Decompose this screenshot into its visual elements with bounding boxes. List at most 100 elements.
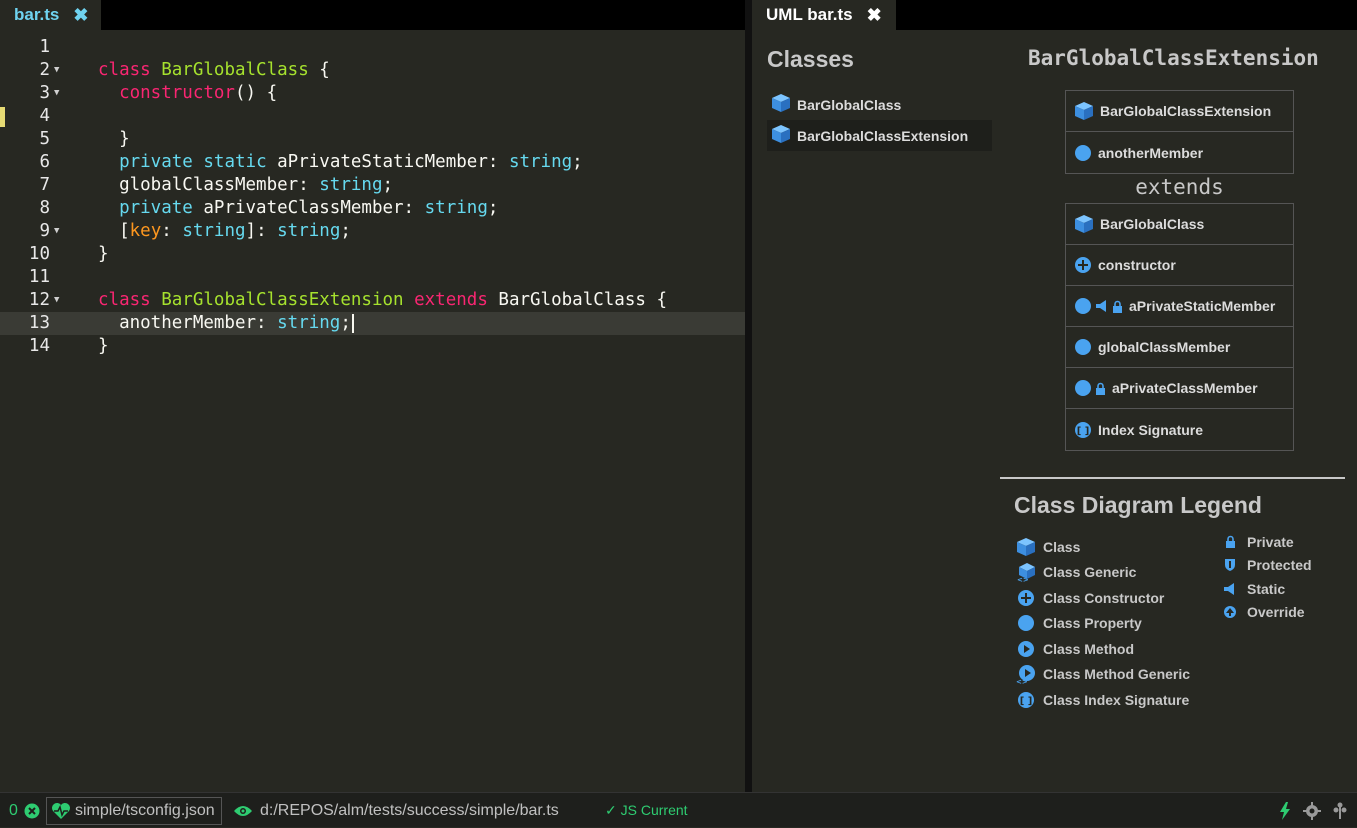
code-line: 3 ▼ constructor() { (39, 82, 278, 105)
code-line: 5 } (39, 129, 130, 149)
class-header-row[interactable]: BarGlobalClassExtension (1066, 91, 1293, 132)
class-cube-icon (1074, 101, 1094, 121)
svg-text:[ ]: [ ] (1077, 426, 1090, 437)
member-row[interactable]: aPrivateClassMember (1066, 368, 1293, 409)
legend-item: Static (1220, 577, 1312, 601)
fold-icon[interactable]: ▼ (54, 220, 59, 243)
class-box-base: BarGlobalClass constructor aPrivateStati… (1065, 203, 1294, 451)
code-line: 6 private static aPrivateStaticMember: s… (39, 152, 583, 172)
class-cube-icon (771, 93, 791, 116)
text-cursor (351, 313, 354, 333)
code-line: 11 (28, 267, 50, 287)
class-list-item[interactable]: BarGlobalClass (767, 89, 992, 120)
method-play-icon (1016, 640, 1036, 658)
js-status[interactable]: ✓ JS Current (605, 793, 688, 828)
legend-item: Protected (1220, 554, 1312, 578)
editor-pane: bar.ts ✖ 1 2 ▼ class BarGlobalClass { 3 ▼ c… (0, 0, 745, 792)
class-list-item-selected[interactable]: BarGlobalClassExtension (767, 120, 992, 151)
member-row[interactable]: globalClassMember (1066, 327, 1293, 368)
member-row[interactable]: constructor (1066, 245, 1293, 286)
status-right-icons (1279, 793, 1347, 828)
class-list: BarGlobalClass BarGlobalClassExtension (767, 89, 992, 151)
protected-shield-icon (1220, 558, 1240, 572)
class-cube-icon (1074, 214, 1094, 234)
override-arrow-icon (1220, 605, 1240, 619)
code-line: 4 (0, 105, 745, 128)
member-row[interactable]: anotherMember (1066, 132, 1293, 173)
legend-item: Override (1220, 601, 1312, 625)
legend-item: [ ] Class Index Signature (1016, 687, 1190, 713)
member-row[interactable]: [ ] Index Signature (1066, 409, 1293, 450)
class-generic-icon: <> (1016, 562, 1036, 582)
classes-heading: Classes (767, 46, 854, 72)
private-lock-icon (1095, 382, 1106, 395)
svg-text:<>: <> (1017, 576, 1029, 582)
property-dot-icon (1074, 338, 1092, 356)
heartbeat-icon (51, 802, 71, 820)
class-detail-title: BarGlobalClassExtension (1028, 46, 1319, 70)
class-header-row[interactable]: BarGlobalClass (1066, 204, 1293, 245)
legend-item: Private (1220, 530, 1312, 554)
code-line: 10} (28, 244, 109, 264)
uml-tab-bar: UML bar.ts ✖ (752, 0, 1357, 30)
file-path[interactable]: d:/REPOS/alm/tests/success/simple/bar.ts (260, 793, 559, 828)
code-line: 2 ▼ class BarGlobalClass { (39, 59, 330, 82)
close-icon[interactable]: ✖ (73, 5, 88, 26)
static-megaphone-icon (1220, 582, 1240, 596)
method-generic-icon: <> (1016, 664, 1036, 684)
svg-text:<>: <> (1016, 678, 1028, 684)
code-line-current: 13 anotherMember: string; (0, 312, 745, 335)
bolt-icon[interactable] (1279, 801, 1291, 820)
uml-pane: UML bar.ts ✖ Classes BarGlobalClass BarG… (752, 0, 1357, 792)
class-cube-icon (1016, 537, 1036, 557)
tab-label: bar.ts (14, 5, 60, 24)
svg-text:[ ]: [ ] (1020, 696, 1033, 707)
extends-label: extends (1135, 175, 1224, 199)
code-line: 12 ▼ class BarGlobalClassExtension extends… (28, 289, 667, 312)
legend-left-column: Class <> Class Generic Class Constructor… (1016, 534, 1190, 713)
error-count[interactable]: 0 (9, 793, 18, 828)
code-line: 1 (39, 37, 50, 57)
tab-bar-ts[interactable]: bar.ts ✖ (0, 0, 101, 30)
constructor-plus-icon (1074, 256, 1092, 274)
member-row[interactable]: aPrivateStaticMember (1066, 286, 1293, 327)
tab-uml-bar-ts[interactable]: UML bar.ts ✖ (752, 0, 896, 30)
editor-tab-bar: bar.ts ✖ (0, 0, 745, 30)
class-cube-icon (771, 124, 791, 147)
index-signature-icon: [ ] (1016, 691, 1036, 709)
tree-icon[interactable] (1333, 802, 1347, 820)
legend-item: <> Class Method Generic (1016, 664, 1191, 685)
gear-icon[interactable] (1303, 801, 1321, 820)
status-bar: 0 simple/tsconfig.json d:/REPOS/alm/test… (0, 792, 1357, 827)
legend-item: Class Property (1016, 611, 1190, 637)
pane-divider[interactable] (745, 0, 752, 792)
static-megaphone-icon (1095, 299, 1109, 313)
code-line: 14} (28, 336, 109, 356)
legend-right-column: Private Protected Static Override (1220, 530, 1312, 624)
class-box-extension: BarGlobalClassExtension anotherMember (1065, 90, 1294, 174)
tab-label: UML bar.ts (766, 5, 853, 24)
eye-icon[interactable] (233, 793, 253, 828)
fold-icon[interactable]: ▼ (54, 289, 59, 312)
property-dot-icon (1074, 297, 1092, 315)
code-line: 8 private aPrivateClassMember: string; (39, 198, 499, 218)
code-line: 7 globalClassMember: string; (39, 175, 394, 195)
private-lock-icon (1112, 300, 1123, 313)
constructor-plus-icon (1016, 589, 1036, 607)
legend-divider (1000, 477, 1345, 479)
property-dot-icon (1074, 379, 1092, 397)
fold-icon[interactable]: ▼ (54, 59, 59, 82)
error-x-icon[interactable] (24, 793, 40, 828)
property-dot-icon (1074, 144, 1092, 162)
project-selector[interactable]: simple/tsconfig.json (46, 797, 222, 825)
legend-item: Class (1016, 534, 1190, 560)
legend-title: Class Diagram Legend (1014, 492, 1262, 518)
fold-icon[interactable]: ▼ (54, 82, 59, 105)
legend-item: Class Constructor (1016, 585, 1190, 611)
index-signature-icon: [ ] (1074, 421, 1092, 439)
property-dot-icon (1016, 614, 1036, 632)
code-editor[interactable]: 1 2 ▼ class BarGlobalClass { 3 ▼ constructo… (0, 36, 745, 358)
close-icon[interactable]: ✖ (867, 5, 882, 26)
code-line: 9 ▼ [key: string]: string; (39, 220, 351, 243)
private-lock-icon (1220, 535, 1240, 549)
